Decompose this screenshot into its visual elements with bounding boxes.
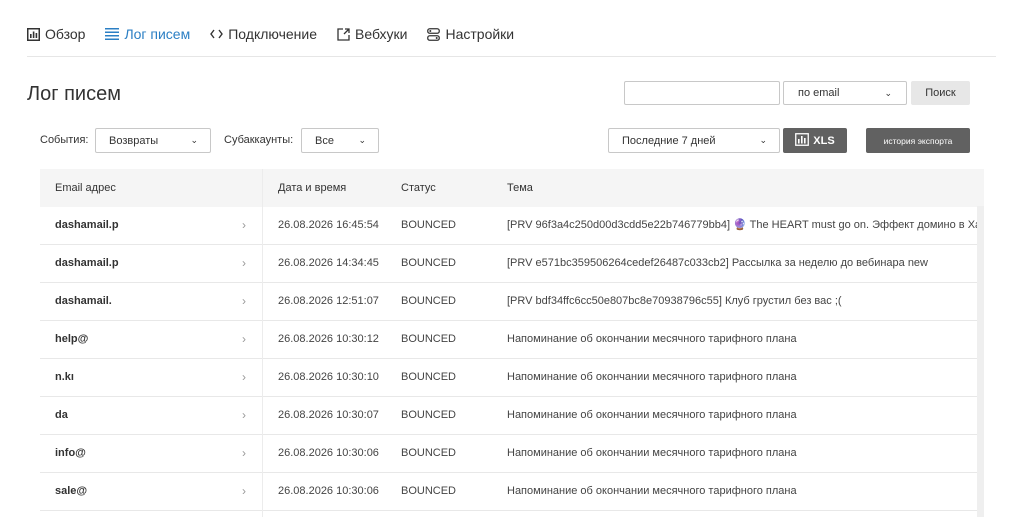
header-date: Дата и время [278, 182, 347, 194]
chevron-right-icon[interactable]: › [242, 245, 254, 283]
table-row[interactable]: dashamail.p 26.08.2026 14:34:45 BOUNCED [PR… [40, 245, 984, 283]
header-email: Email адрес [55, 182, 116, 194]
settings-icon [427, 27, 441, 41]
table-row[interactable]: n.kı 26.08.2026 10:30:10 BOUNCED Напоминани… [40, 359, 984, 397]
search-field-value: по email [798, 87, 840, 99]
date-cell: 26.08.2026 10:30:10 [278, 371, 379, 383]
table-row[interactable]: dashamail. 26.08.2026 12:51:07 BOUNCED [PRV… [40, 283, 984, 321]
subject-cell: [PRV 96f3a4c250d00d3cdd5e22b746779bb4] 🔮… [507, 219, 984, 231]
code-icon [210, 29, 224, 39]
chevron-right-icon[interactable]: › [242, 359, 254, 397]
nav-settings[interactable]: Настройки [427, 26, 514, 42]
date-cell: 26.08.2026 16:45:54 [278, 219, 379, 231]
subject-cell: [PRV bdf34ffc6cc50e807bc8e70938796c55] К… [507, 295, 842, 307]
nav-email-log[interactable]: Лог писем [105, 26, 190, 42]
chevron-down-icon: ⌄ [190, 135, 198, 145]
status-cell: BOUNCED [401, 219, 457, 231]
chevron-right-icon[interactable]: › [242, 397, 254, 435]
email-cell: info@ [55, 447, 86, 459]
nav-connection[interactable]: Подключение [210, 26, 317, 42]
subaccounts-value: Все [315, 134, 334, 147]
date-cell: 26.08.2026 12:51:07 [278, 295, 379, 307]
table-header: Email адрес Дата и время Статус Тема [40, 169, 984, 207]
table-row[interactable]: da 26.08.2026 10:30:07 BOUNCED Напоминание … [40, 397, 984, 435]
email-cell: help@ [55, 333, 89, 345]
nav-webhooks[interactable]: Вебхуки [337, 26, 407, 42]
email-cell: n.kı [55, 371, 74, 383]
dashboard-icon [27, 27, 40, 41]
date-cell: 26.08.2026 14:34:45 [278, 257, 379, 269]
table-scrollbar[interactable] [977, 206, 984, 517]
external-link-icon [337, 27, 350, 41]
email-cell: sale@ [55, 485, 88, 497]
chevron-right-icon[interactable]: › [242, 283, 254, 321]
top-nav: Обзор Лог писем Подключение Вебхуки Наст… [27, 24, 514, 44]
status-cell: BOUNCED [401, 257, 457, 269]
period-value: Последние 7 дней [622, 134, 716, 147]
events-value: Возвраты [109, 134, 159, 147]
subject-cell: [PRV e571bc359506264cedef26487c033cb2] Р… [507, 257, 928, 269]
email-cell: dashamail.p [55, 257, 119, 269]
header-subject: Тема [507, 182, 533, 194]
status-cell: BOUNCED [401, 333, 457, 345]
nav-label: Подключение [228, 26, 318, 42]
xls-label: XLS [813, 134, 835, 147]
nav-label: Обзор [45, 26, 86, 42]
search-button[interactable]: Поиск [911, 81, 970, 105]
date-cell: 26.08.2026 10:30:07 [278, 409, 379, 421]
search-input[interactable] [624, 81, 780, 105]
email-log-table: Email адрес Дата и время Статус Тема das… [40, 169, 984, 517]
page-title: Лог писем [27, 83, 121, 105]
chevron-down-icon: ⌄ [759, 135, 767, 145]
table-row[interactable]: sale@ 26.08.2026 10:30:06 BOUNCED Напоминан… [40, 473, 984, 511]
date-cell: 26.08.2026 10:30:06 [278, 447, 379, 459]
table-row[interactable]: dashamail.p 26.08.2026 16:45:54 BOUNCED [PR… [40, 207, 984, 245]
table-row[interactable]: help@ 26.08.2026 10:30:12 BOUNCED Напоминан… [40, 321, 984, 359]
events-select[interactable]: Возвраты ⌄ [95, 128, 211, 153]
xls-export-button[interactable]: XLS [783, 128, 847, 153]
events-label: События: [40, 134, 89, 146]
chart-icon [795, 132, 810, 149]
subaccounts-label: Субаккаунты: [224, 134, 294, 146]
status-cell: BOUNCED [401, 295, 457, 307]
chevron-right-icon[interactable]: › [242, 321, 254, 359]
email-cell: dashamail.p [55, 219, 119, 231]
subject-cell: Напоминание об окончании месячного тариф… [507, 409, 797, 421]
column-divider [262, 169, 263, 517]
nav-label: Вебхуки [355, 26, 408, 42]
chevron-down-icon: ⌄ [358, 135, 366, 145]
search-field-select[interactable]: по email ⌄ [783, 81, 907, 105]
nav-label: Настройки [445, 26, 515, 42]
status-cell: BOUNCED [401, 447, 457, 459]
subject-cell: Напоминание об окончании месячного тариф… [507, 371, 797, 383]
status-cell: BOUNCED [401, 485, 457, 497]
status-cell: BOUNCED [401, 371, 457, 383]
list-icon [105, 28, 120, 40]
nav-overview[interactable]: Обзор [27, 26, 85, 42]
chevron-right-icon[interactable]: › [242, 435, 254, 473]
subject-cell: Напоминание об окончании месячного тариф… [507, 485, 797, 497]
email-cell: da [55, 409, 68, 421]
subject-cell: Напоминание об окончании месячного тариф… [507, 447, 797, 459]
nav-divider [27, 56, 996, 57]
export-history-button[interactable]: история экспорта [866, 128, 970, 153]
email-cell: dashamail. [55, 295, 112, 307]
table-row[interactable]: info@ 26.08.2026 10:30:06 BOUNCED Напоминан… [40, 435, 984, 473]
chevron-right-icon[interactable]: › [242, 473, 254, 511]
nav-label: Лог писем [124, 26, 191, 42]
date-cell: 26.08.2026 10:30:12 [278, 333, 379, 345]
period-select[interactable]: Последние 7 дней ⌄ [608, 128, 780, 153]
date-cell: 26.08.2026 10:30:06 [278, 485, 379, 497]
subaccounts-select[interactable]: Все ⌄ [301, 128, 379, 153]
subject-cell: Напоминание об окончании месячного тариф… [507, 333, 797, 345]
chevron-right-icon[interactable]: › [242, 207, 254, 245]
chevron-down-icon: ⌄ [884, 87, 892, 98]
header-status: Статус [401, 182, 436, 194]
status-cell: BOUNCED [401, 409, 457, 421]
